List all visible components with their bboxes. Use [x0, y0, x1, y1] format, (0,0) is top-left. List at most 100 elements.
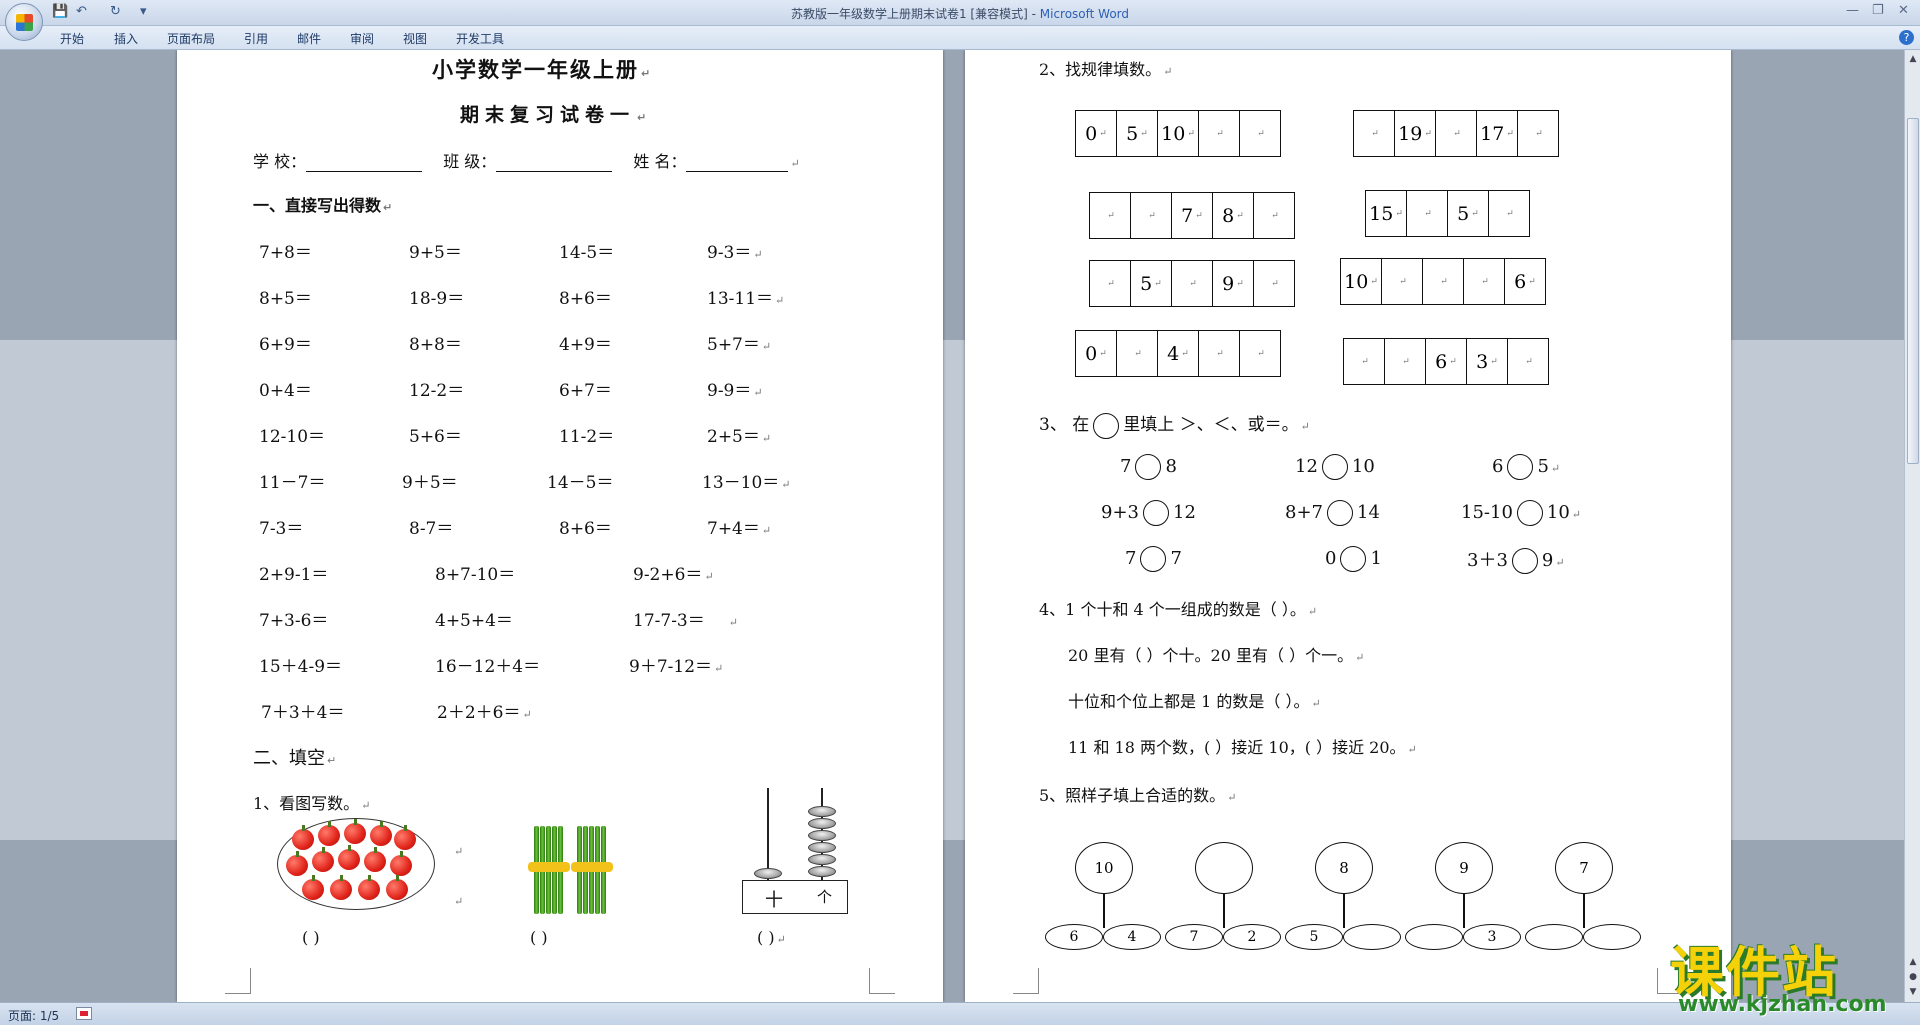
exercise-item: 0+4＝ [259, 381, 312, 401]
tree-right-number[interactable] [1343, 924, 1401, 950]
sequence-cell[interactable]: 4 ↵ [1158, 331, 1199, 377]
sequence-cell[interactable]: ↵ [1240, 331, 1281, 377]
page-title: 小学数学一年级上册 ↵ [432, 58, 653, 82]
sequence-cell[interactable]: 0 ↵ [1076, 331, 1117, 377]
answer-blank[interactable]: ( ) ↵ [757, 928, 786, 947]
close-button[interactable]: ✕ [1898, 3, 1909, 18]
tab-review[interactable]: 审阅 [350, 30, 374, 47]
sequence-cell[interactable]: 15 ↵ [1366, 191, 1407, 237]
sequence-cell[interactable]: 10 ↵ [1341, 259, 1382, 305]
tab-mailings[interactable]: 邮件 [297, 30, 321, 47]
sequence-cell[interactable]: 5 ↵ [1448, 191, 1489, 237]
tree-right-number[interactable]: 3 [1463, 924, 1521, 950]
sequence-cell[interactable]: ↵ [1344, 339, 1385, 385]
tree-left-number[interactable]: 5 [1285, 924, 1343, 950]
sequence-cell[interactable]: ↵ [1090, 261, 1131, 307]
question-4-line: 十位和个位上都是 1 的数是（ ）。 ↵ [1068, 692, 1321, 711]
exercise-item: 2+9-1＝ [259, 565, 329, 585]
sequence-cell[interactable]: 10 ↵ [1158, 111, 1199, 157]
exercise-item: 9＋5＝ [402, 473, 458, 493]
sequence-cell[interactable]: ↵ [1407, 191, 1448, 237]
sequence-cell[interactable]: ↵ [1518, 111, 1559, 157]
sequence-cell[interactable]: 5 ↵ [1131, 261, 1172, 307]
answer-blank[interactable]: ( ) [302, 928, 320, 947]
sequence-cell[interactable]: 3 ↵ [1467, 339, 1508, 385]
compare-circle[interactable] [1321, 454, 1348, 480]
tab-insert[interactable]: 插入 [114, 30, 138, 47]
sequence-cell[interactable]: 19 ↵ [1395, 111, 1436, 157]
sequence-cell[interactable]: ↵ [1254, 193, 1295, 239]
sequence-cell[interactable]: ↵ [1240, 111, 1281, 157]
sequence-cell[interactable]: ↵ [1464, 259, 1505, 305]
sequence-cell[interactable]: ↵ [1436, 111, 1477, 157]
tab-home[interactable]: 开始 [60, 30, 84, 47]
sequence-cell[interactable]: ↵ [1172, 261, 1213, 307]
sequence-cell[interactable]: 8 ↵ [1213, 193, 1254, 239]
sequence-cell[interactable]: ↵ [1254, 261, 1295, 307]
sequence-cell[interactable]: 0 ↵ [1076, 111, 1117, 157]
compare-circle[interactable] [1340, 546, 1367, 572]
number-split-tree: 8 5 [1285, 842, 1405, 972]
sequence-cell[interactable]: 17 ↵ [1477, 111, 1518, 157]
sequence-cell[interactable]: ↵ [1423, 259, 1464, 305]
sequence-cell[interactable]: ↵ [1489, 191, 1530, 237]
restore-button[interactable]: ❐ [1872, 3, 1884, 18]
tree-top-number[interactable]: 10 [1075, 842, 1133, 894]
sequence-cell[interactable]: 6 ↵ [1505, 259, 1546, 305]
compare-circle[interactable] [1507, 454, 1534, 480]
compare-circle[interactable] [1140, 546, 1167, 572]
sequence-cell[interactable]: 7 ↵ [1172, 193, 1213, 239]
tab-developer[interactable]: 开发工具 [456, 30, 504, 47]
number-sequence-boxes: ↵ ↵ 7 ↵ 8 ↵ ↵ [1089, 192, 1295, 239]
number-sequence-boxes: 0 ↵ 5 ↵ 10 ↵ ↵ ↵ [1075, 110, 1281, 157]
apple-icon [390, 851, 412, 876]
exercise-item: 4+9＝ [559, 335, 612, 355]
tab-view[interactable]: 视图 [403, 30, 427, 47]
tree-top-number[interactable] [1195, 842, 1253, 894]
office-button[interactable] [5, 3, 43, 41]
tree-top-number[interactable]: 8 [1315, 842, 1373, 894]
tree-left-number[interactable]: 7 [1165, 924, 1223, 950]
sequence-cell[interactable]: 5 ↵ [1117, 111, 1158, 157]
help-icon[interactable]: ? [1899, 30, 1914, 45]
tree-left-number[interactable] [1525, 924, 1583, 950]
sequence-cell[interactable]: ↵ [1382, 259, 1423, 305]
sequence-cell[interactable]: 9 ↵ [1213, 261, 1254, 307]
exercise-item: 14－5＝ [547, 473, 614, 493]
tree-left-number[interactable] [1405, 924, 1463, 950]
sequence-cell[interactable]: ↵ [1117, 331, 1158, 377]
sequence-cell[interactable]: 6 ↵ [1426, 339, 1467, 385]
document-page-right[interactable]: 2、找规律填数。 ↵ 0 ↵ 5 ↵ 10 ↵ ↵ ↵ ↵ 19 ↵ ↵ 17 ↵ ↵ ↵ … [965, 50, 1731, 1002]
answer-blank[interactable]: ( ) [530, 928, 548, 947]
compare-circle[interactable] [1511, 548, 1538, 574]
sequence-cell[interactable]: ↵ [1385, 339, 1426, 385]
compare-circle[interactable] [1135, 454, 1162, 480]
sequence-cell[interactable]: ↵ [1199, 331, 1240, 377]
sequence-cell[interactable]: ↵ [1199, 111, 1240, 157]
vertical-scrollbar[interactable]: ▲ ▲ ● ▼ [1904, 50, 1920, 1002]
sequence-cell[interactable]: ↵ [1508, 339, 1549, 385]
tree-top-number[interactable]: 9 [1435, 842, 1493, 894]
sequence-cell[interactable]: ↵ [1131, 193, 1172, 239]
sequence-cell[interactable]: ↵ [1090, 193, 1131, 239]
number-sequence-boxes: 0 ↵ ↵ 4 ↵ ↵ ↵ [1075, 330, 1281, 377]
tree-left-number[interactable]: 6 [1045, 924, 1103, 950]
compare-circle[interactable] [1516, 500, 1543, 526]
compare-circle[interactable] [1327, 500, 1353, 526]
scrollbar-thumb[interactable] [1907, 118, 1919, 464]
tree-right-number[interactable] [1583, 924, 1641, 950]
tree-right-number[interactable]: 2 [1223, 924, 1281, 950]
tree-top-number[interactable]: 7 [1555, 842, 1613, 894]
scroll-up-icon[interactable]: ▲ [1906, 52, 1920, 66]
watermark-url: www.kjzhan.com [1678, 992, 1887, 1017]
tab-references[interactable]: 引用 [244, 30, 268, 47]
compare-circle[interactable] [1143, 500, 1169, 526]
number-sequence-boxes: 15 ↵ ↵ 5 ↵ ↵ [1365, 190, 1530, 237]
page-count-status[interactable]: 页面: 1/5 [8, 1007, 59, 1024]
tab-page-layout[interactable]: 页面布局 [167, 30, 215, 47]
minimize-button[interactable]: — [1846, 3, 1859, 18]
tree-right-number[interactable]: 4 [1103, 924, 1161, 950]
document-page-left[interactable]: 小学数学一年级上册 ↵ 期末复习试卷一 ↵ 学 校： 班 级： 姓 名： ↵ 一、直接… [177, 50, 943, 1002]
sequence-cell[interactable]: ↵ [1354, 111, 1395, 157]
proofing-status-icon[interactable] [76, 1007, 92, 1020]
